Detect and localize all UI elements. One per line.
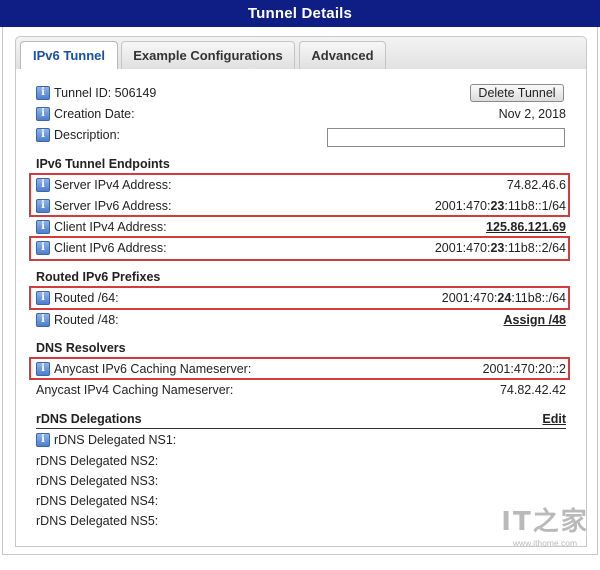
rdns-ns3-row: rDNS Delegated NS3: [36, 471, 566, 491]
description-input[interactable] [327, 128, 565, 147]
rdns-edit-link[interactable]: Edit [542, 409, 566, 429]
rdns-ns4-row: rDNS Delegated NS4: [36, 491, 566, 511]
tab-bar: IPv6 Tunnel Example Configurations Advan… [15, 36, 587, 72]
section-routed-heading: Routed IPv6 Prefixes [36, 267, 566, 287]
window-title: Tunnel Details [0, 0, 600, 27]
delete-tunnel-button[interactable]: Delete Tunnel [470, 84, 564, 102]
info-icon[interactable]: i [36, 107, 50, 121]
info-icon[interactable]: i [36, 178, 50, 192]
creation-date-value: Nov 2, 2018 [498, 107, 566, 121]
tunnel-id-label: Tunnel ID: 506149 [54, 86, 157, 100]
server-ipv6-row: i Server IPv6 Address: 2001:470:23:11b8:… [36, 196, 566, 216]
info-icon[interactable]: i [36, 291, 50, 305]
routed-64-row: i Routed /64: 2001:470:24:11b8::/64 [36, 288, 566, 308]
rdns-ns3-label: rDNS Delegated NS3: [36, 474, 159, 488]
client-ipv6-value: 2001:470:23:11b8::2/64 [435, 238, 566, 258]
info-icon[interactable]: i [36, 433, 50, 447]
section-rdns-heading: rDNS Delegations Edit [36, 409, 566, 429]
server-ipv6-label: Server IPv6 Address: [54, 199, 172, 213]
section-title: DNS Resolvers [36, 341, 126, 355]
addr-bold-segment: 24 [497, 291, 512, 305]
creation-date-row: i Creation Date: Nov 2, 2018 [36, 104, 566, 124]
anycast-ipv4-value: 74.82.42.42 [499, 383, 566, 397]
anycast-ipv4-row: Anycast IPv4 Caching Nameserver: 74.82.4… [36, 380, 566, 400]
addr-suffix: :11b8::/64 [511, 291, 566, 305]
rdns-ns2-label: rDNS Delegated NS2: [36, 454, 159, 468]
creation-date-label: Creation Date: [54, 107, 135, 121]
addr-suffix: :11b8::1/64 [504, 199, 566, 213]
rdns-ns1-label: rDNS Delegated NS1: [54, 433, 177, 447]
server-ipv6-value: 2001:470:23:11b8::1/64 [435, 196, 566, 216]
info-icon[interactable]: i [36, 241, 50, 255]
watermark-url: www.ithome.com [512, 538, 578, 548]
tab-example-configurations[interactable]: Example Configurations [121, 41, 295, 71]
rdns-ns2-row: rDNS Delegated NS2: [36, 451, 566, 471]
assign-48-link[interactable]: Assign /48 [503, 313, 566, 327]
addr-prefix: 2001:470: [434, 241, 491, 255]
description-row: i Description: [36, 125, 316, 145]
routed-48-label: Routed /48: [54, 313, 119, 327]
client-ipv6-row: i Client IPv6 Address: 2001:470:23:11b8:… [36, 238, 566, 258]
anycast-ipv6-value: 2001:470:20::2 [482, 362, 566, 376]
info-icon[interactable]: i [36, 362, 50, 376]
client-ipv6-label: Client IPv6 Address: [54, 241, 167, 255]
client-ipv4-link[interactable]: 125.86.121.69 [486, 220, 566, 234]
anycast-ipv6-row: i Anycast IPv6 Caching Nameserver: 2001:… [36, 359, 566, 379]
server-ipv4-value: 74.82.46.6 [506, 178, 566, 192]
rdns-ns5-label: rDNS Delegated NS5: [36, 514, 159, 528]
tab-advanced[interactable]: Advanced [299, 41, 386, 71]
rdns-ns4-label: rDNS Delegated NS4: [36, 494, 159, 508]
rdns-ns5-row: rDNS Delegated NS5: [36, 511, 566, 531]
client-ipv4-label: Client IPv4 Address: [54, 220, 167, 234]
addr-bold-segment: 23 [490, 241, 505, 255]
watermark: IT之家 www.ithome.com [500, 506, 590, 556]
routed-48-row: i Routed /48: Assign /48 [36, 310, 566, 330]
tab-ipv6-tunnel[interactable]: IPv6 Tunnel [20, 41, 118, 72]
info-icon[interactable]: i [36, 199, 50, 213]
info-icon[interactable]: i [36, 86, 50, 100]
rdns-ns1-row: i rDNS Delegated NS1: [36, 430, 566, 450]
routed-64-value: 2001:470:24:11b8::/64 [442, 288, 566, 308]
addr-prefix: 2001:470: [441, 291, 498, 305]
section-title: IPv6 Tunnel Endpoints [36, 157, 170, 171]
anycast-ipv6-label: Anycast IPv6 Caching Nameserver: [54, 362, 252, 376]
section-endpoints-heading: IPv6 Tunnel Endpoints [36, 154, 566, 174]
addr-prefix: 2001:470: [434, 199, 491, 213]
routed-64-label: Routed /64: [54, 291, 119, 305]
watermark-logo: IT之家 [501, 507, 589, 537]
info-icon[interactable]: i [36, 128, 50, 142]
info-icon[interactable]: i [36, 220, 50, 234]
info-icon[interactable]: i [36, 313, 50, 327]
client-ipv4-row: i Client IPv4 Address: 125.86.121.69 [36, 217, 566, 237]
anycast-ipv4-label: Anycast IPv4 Caching Nameserver: [36, 383, 234, 397]
section-dns-heading: DNS Resolvers [36, 338, 566, 358]
addr-bold-segment: 23 [490, 199, 505, 213]
section-title: Routed IPv6 Prefixes [36, 270, 161, 284]
description-label: Description: [54, 128, 120, 142]
section-title: rDNS Delegations [36, 412, 142, 426]
server-ipv4-label: Server IPv4 Address: [54, 178, 172, 192]
addr-suffix: :11b8::2/64 [504, 241, 566, 255]
server-ipv4-row: i Server IPv4 Address: 74.82.46.6 [36, 175, 566, 195]
